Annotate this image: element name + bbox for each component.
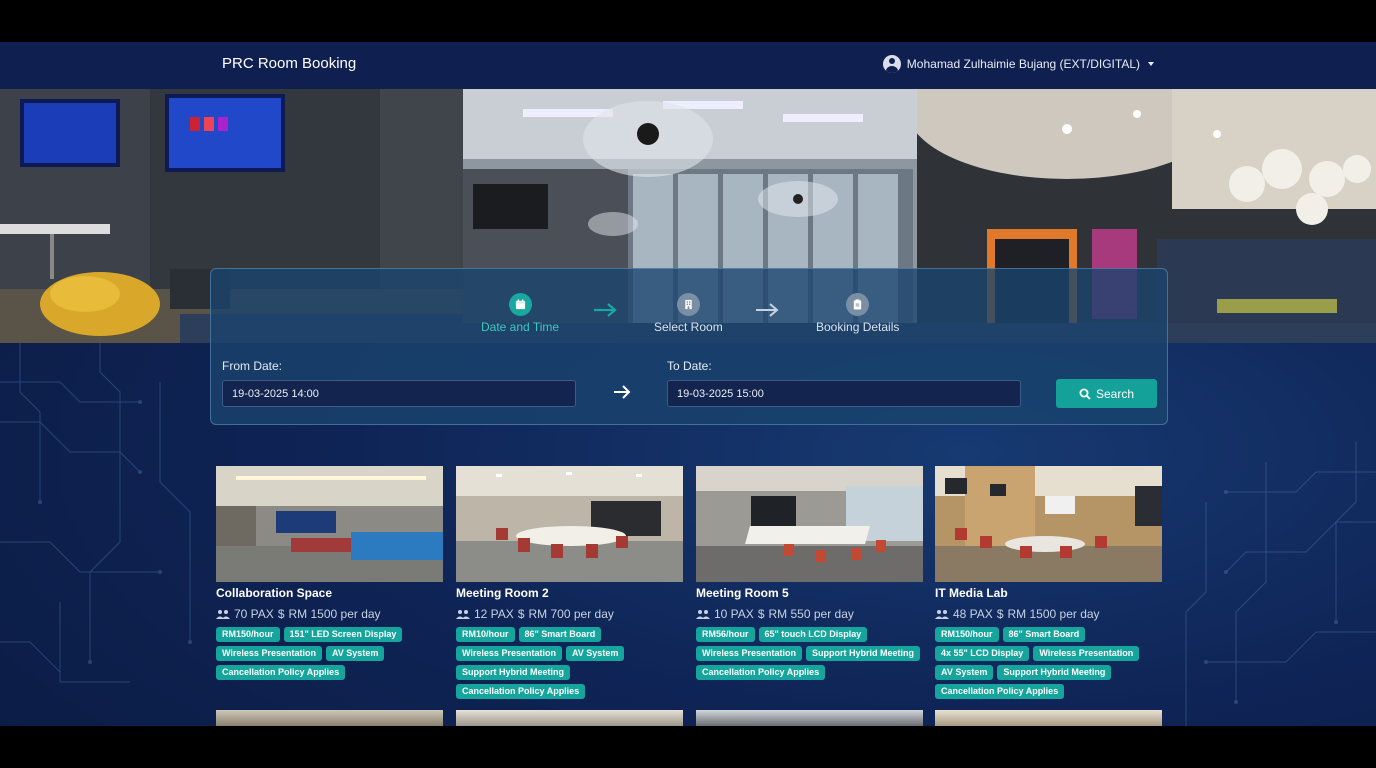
- room-name[interactable]: Meeting Room 2: [456, 586, 683, 600]
- room-price: RM 550 per day: [768, 607, 854, 621]
- room-photo[interactable]: [216, 466, 443, 582]
- users-icon: [696, 609, 710, 619]
- room-tag: Wireless Presentation: [216, 646, 322, 661]
- to-date-input[interactable]: [667, 380, 1021, 407]
- step-booking-details[interactable]: Booking Details: [816, 293, 899, 334]
- room-tag: Support Hybrid Meeting: [456, 665, 570, 680]
- room-tag: Support Hybrid Meeting: [805, 646, 920, 661]
- room-capacity: 70 PAX: [234, 607, 274, 621]
- room-tag: 4x 55" LCD Display: [935, 646, 1030, 661]
- room-tag: Cancellation Policy Applies: [935, 684, 1065, 699]
- room-tag: Cancellation Policy Applies: [696, 665, 826, 680]
- chevron-down-icon: [1148, 62, 1154, 66]
- room-meta: 48 PAX $ RM 1500 per day: [935, 607, 1162, 621]
- room-tag: RM150/hour: [935, 627, 999, 642]
- brand-title[interactable]: PRC Room Booking: [222, 55, 356, 72]
- circuit-decoration-left: [0, 342, 192, 683]
- room-tags: RM10/hour 86" Smart Board Wireless Prese…: [456, 627, 683, 699]
- room-price: RM 700 per day: [528, 607, 614, 621]
- room-tags: RM56/hour 65" touch LCD Display Wireless…: [696, 627, 923, 680]
- search-button[interactable]: Search: [1056, 379, 1157, 408]
- user-name: Mohamad Zulhaimie Bujang (EXT/DIGITAL): [906, 57, 1140, 71]
- room-photo[interactable]: [935, 466, 1162, 582]
- room-tag: 86" Smart Board: [1002, 627, 1086, 642]
- room-capacity: 10 PAX: [714, 607, 754, 621]
- room-card-partial[interactable]: [216, 710, 443, 726]
- step-label: Select Room: [654, 320, 723, 334]
- building-icon: [676, 293, 700, 316]
- user-avatar-icon: [882, 55, 901, 73]
- navbar: PRC Room Booking Mohamad Zulhaimie Bujan…: [0, 42, 1376, 89]
- letterbox-top: [0, 0, 1376, 42]
- user-menu[interactable]: Mohamad Zulhaimie Bujang (EXT/DIGITAL): [882, 55, 1154, 73]
- clipboard-icon: [846, 293, 870, 316]
- room-card[interactable]: Meeting Room 2 12 PAX $ RM 700 per day R…: [456, 466, 683, 699]
- arrow-right-icon: [614, 385, 631, 399]
- letterbox-bottom: [0, 726, 1376, 768]
- room-name[interactable]: Collaboration Space: [216, 586, 443, 600]
- dollar-icon: $: [996, 607, 1004, 621]
- room-card-partial[interactable]: [935, 710, 1162, 726]
- room-photo[interactable]: [696, 466, 923, 582]
- app-window: PRC Room Booking Mohamad Zulhaimie Bujan…: [0, 42, 1376, 726]
- room-tags: RM150/hour 151" LED Screen Display Wirel…: [216, 627, 443, 680]
- room-tag: Cancellation Policy Applies: [456, 684, 586, 699]
- step-label: Booking Details: [816, 320, 900, 334]
- room-tag: AV System: [565, 646, 625, 661]
- room-tag: AV System: [325, 646, 385, 661]
- room-card[interactable]: IT Media Lab 48 PAX $ RM 1500 per day RM…: [935, 466, 1162, 699]
- dollar-icon: $: [757, 607, 765, 621]
- room-tag: Cancellation Policy Applies: [216, 665, 346, 680]
- step-select-room[interactable]: Select Room: [654, 293, 723, 334]
- from-date-input[interactable]: [222, 380, 576, 407]
- room-photo[interactable]: [456, 466, 683, 582]
- step-arrow-icon: [756, 303, 779, 317]
- room-tag: Wireless Presentation: [696, 646, 802, 661]
- room-tag: 151" LED Screen Display: [283, 627, 403, 642]
- room-tag: Wireless Presentation: [1033, 646, 1140, 661]
- room-price: RM 1500 per day: [1007, 607, 1100, 621]
- from-date-label: From Date:: [222, 359, 283, 373]
- room-tags: RM150/hour 86" Smart Board 4x 55" LCD Di…: [935, 627, 1162, 699]
- room-tag: AV System: [935, 665, 994, 680]
- room-meta: 12 PAX $ RM 700 per day: [456, 607, 683, 621]
- room-tag: RM56/hour: [696, 627, 755, 642]
- room-tag: RM150/hour: [216, 627, 280, 642]
- room-card-partial[interactable]: [696, 710, 923, 726]
- room-capacity: 12 PAX: [474, 607, 514, 621]
- room-tag: Wireless Presentation: [456, 646, 562, 661]
- dollar-icon: $: [277, 607, 285, 621]
- room-meta: 70 PAX $ RM 1500 per day: [216, 607, 443, 621]
- room-meta: 10 PAX $ RM 550 per day: [696, 607, 923, 621]
- step-arrow-icon: [594, 303, 617, 317]
- step-label: Date and Time: [481, 320, 560, 334]
- circuit-decoration-right: [1185, 442, 1376, 726]
- room-name[interactable]: IT Media Lab: [935, 586, 1162, 600]
- room-card[interactable]: Meeting Room 5 10 PAX $ RM 550 per day R…: [696, 466, 923, 680]
- step-date-and-time[interactable]: Date and Time: [481, 293, 559, 334]
- users-icon: [216, 609, 230, 619]
- room-tag: 86" Smart Board: [518, 627, 602, 642]
- search-icon: [1079, 388, 1091, 400]
- booking-panel: Date and Time Select Room Booking Detail…: [210, 268, 1168, 425]
- room-price: RM 1500 per day: [288, 607, 381, 621]
- search-button-label: Search: [1095, 386, 1135, 401]
- room-capacity: 48 PAX: [953, 607, 993, 621]
- to-date-label: To Date:: [667, 359, 712, 373]
- room-tag: 65" touch LCD Display: [758, 627, 868, 642]
- room-card[interactable]: Collaboration Space 70 PAX $ RM 1500 per…: [216, 466, 443, 680]
- users-icon: [935, 609, 949, 619]
- room-card-partial[interactable]: [456, 710, 683, 726]
- room-name[interactable]: Meeting Room 5: [696, 586, 923, 600]
- room-tag: RM10/hour: [456, 627, 515, 642]
- calendar-icon: [508, 293, 532, 316]
- dollar-icon: $: [517, 607, 525, 621]
- users-icon: [456, 609, 470, 619]
- room-tag: Support Hybrid Meeting: [997, 665, 1112, 680]
